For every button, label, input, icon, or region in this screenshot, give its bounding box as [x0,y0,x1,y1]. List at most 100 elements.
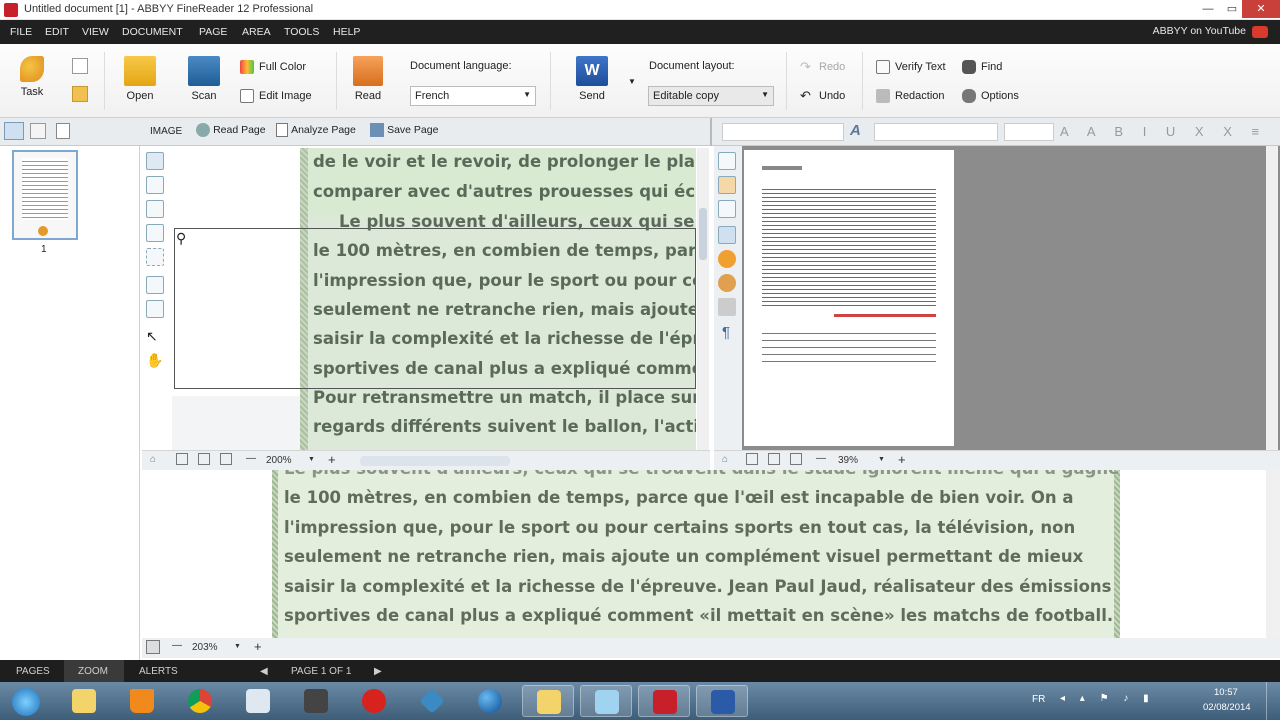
picture-area-tool-icon[interactable] [146,176,164,194]
taskbar-word[interactable] [696,685,748,717]
clock-time[interactable]: 10:57 [1214,687,1238,698]
zoom-view-zoom-value[interactable]: 203% [192,642,218,653]
text-tool-icon[interactable] [718,152,736,170]
zoom-out-button[interactable]: — [246,453,256,464]
text-area-tool-icon[interactable] [146,152,164,170]
start-button[interactable] [0,685,54,717]
clock-date[interactable]: 02/08/2014 [1203,702,1251,713]
taskbar-vlc[interactable] [116,685,168,717]
verify-tool-icon[interactable] [718,250,736,268]
select-arrow-icon[interactable]: ↖ [146,328,164,346]
fit-width-icon[interactable] [198,453,210,465]
alerts-tab[interactable]: ALERTS [139,666,178,677]
new-document-icon[interactable] [72,58,88,74]
close-button[interactable]: ✕ [1242,0,1280,18]
full-color-button[interactable]: Full Color [240,60,306,74]
edit-image-button[interactable]: Edit Image [240,89,312,103]
hand-tool-icon[interactable]: ✋ [146,352,164,370]
language-indicator[interactable]: FR [1032,694,1045,705]
pages-tab[interactable]: PAGES [16,666,50,677]
tray-icons[interactable]: ◂ ▴ ⚑ ♪ ▮ [1060,693,1155,704]
taskbar-opera[interactable] [348,685,400,717]
menu-help[interactable]: HELP [333,26,360,38]
barcode-area-tool-icon[interactable] [146,248,164,266]
menu-tools[interactable]: TOOLS [284,26,319,38]
show-desktop-button[interactable] [1266,682,1280,720]
taskbar-globe[interactable] [464,685,516,717]
taskbar-chrome[interactable] [174,685,226,717]
taskbar-movie-maker[interactable] [290,685,342,717]
verify-text-button[interactable]: Verify Text [876,60,946,74]
fit-height-icon[interactable] [790,453,802,465]
open-button[interactable]: Open [120,56,160,102]
menu-view[interactable]: VIEW [82,26,109,38]
font-select[interactable] [874,123,998,141]
image-zoom-value[interactable]: 200% [266,455,292,466]
zoom-in-button[interactable]: + [898,452,906,467]
find-button[interactable]: Find [962,60,1002,74]
task-button[interactable]: Task [14,56,50,98]
document-language-select[interactable]: French ▼ [410,86,536,106]
table-area-tool-icon[interactable] [146,224,164,242]
menu-edit[interactable]: EDIT [45,26,69,38]
read-page-button[interactable]: Read Page [196,123,266,137]
table-tool-icon[interactable] [718,200,736,218]
fit-width-icon[interactable] [768,453,780,465]
pin-icon[interactable]: ⌂ [722,454,728,465]
taskbar-notepad[interactable] [232,685,284,717]
document-layout-select[interactable]: Editable copy ▼ [648,86,774,106]
minimize-button[interactable]: — [1196,0,1220,18]
font-size-select[interactable] [1004,123,1054,141]
menu-file[interactable]: FILE [10,26,32,38]
analyze-page-button[interactable]: Analyze Page [276,123,356,137]
pin-icon[interactable]: ⌂ [150,454,156,465]
picture-tool-icon[interactable] [718,176,736,194]
page-properties-icon[interactable] [56,123,70,139]
abbyy-youtube-link[interactable]: ABBYY on YouTube [1153,25,1246,37]
send-button[interactable]: W Send [572,56,612,102]
image-view[interactable]: ⚲ de le voir et le revoir, de prolonger … [172,148,696,450]
next-page-icon[interactable]: ▶ [374,666,382,677]
zoom-in-button[interactable]: + [254,639,262,654]
taskbar-app-window[interactable] [580,685,632,717]
text-document-page[interactable] [744,150,954,446]
image-vertical-scrollbar[interactable] [697,148,709,450]
previous-page-icon[interactable]: ◀ [260,666,268,677]
options-button[interactable]: Options [962,89,1019,103]
redaction-button[interactable]: Redaction [876,89,945,103]
style-select[interactable] [722,123,844,141]
read-button[interactable]: Read [350,56,386,102]
image-horizontal-scrollbar[interactable] [360,456,510,466]
area-tool-icon[interactable] [718,226,736,244]
zoom-vertical-scrollbar[interactable] [1266,470,1280,638]
taskbar-explorer-window[interactable] [522,685,574,717]
youtube-icon[interactable] [1252,26,1268,38]
zoom-view[interactable]: Le plus souvent d'ailleurs, ceux qui se … [142,470,1266,638]
menu-area[interactable]: AREA [242,26,271,38]
zoom-out-button[interactable]: — [172,640,182,651]
pilcrow-icon[interactable]: ¶ [722,324,730,341]
fit-page-icon[interactable] [176,453,188,465]
details-view-icon[interactable] [30,123,46,139]
background-picture-tool-icon[interactable] [146,200,164,218]
order-areas-tool-icon[interactable] [146,300,164,318]
thumbnails-view-icon[interactable] [4,122,24,140]
chevron-down-icon[interactable]: ▼ [234,643,241,650]
fit-page-icon[interactable] [746,453,758,465]
scrollbar-thumb[interactable] [699,208,707,260]
page-thumbnail[interactable] [12,150,78,240]
restore-button[interactable]: ▭ [1220,0,1244,18]
redo-button[interactable]: ↷ Redo [800,60,845,74]
zoom-out-button[interactable]: — [816,453,826,464]
send-dropdown-icon[interactable]: ▼ [628,77,636,86]
find-tool-icon[interactable] [718,274,736,292]
zoom-in-button[interactable]: + [328,452,336,467]
menu-document[interactable]: DOCUMENT [122,26,183,38]
fit-height-icon[interactable] [220,453,232,465]
undo-button[interactable]: ↶ Undo [800,89,845,103]
taskbar-explorer[interactable] [58,685,110,717]
format-buttons[interactable]: A A B I U X X ≡ [1060,124,1267,139]
scan-button[interactable]: Scan [184,56,224,102]
save-page-button[interactable]: Save Page [370,123,438,137]
save-document-icon[interactable] [72,86,88,102]
